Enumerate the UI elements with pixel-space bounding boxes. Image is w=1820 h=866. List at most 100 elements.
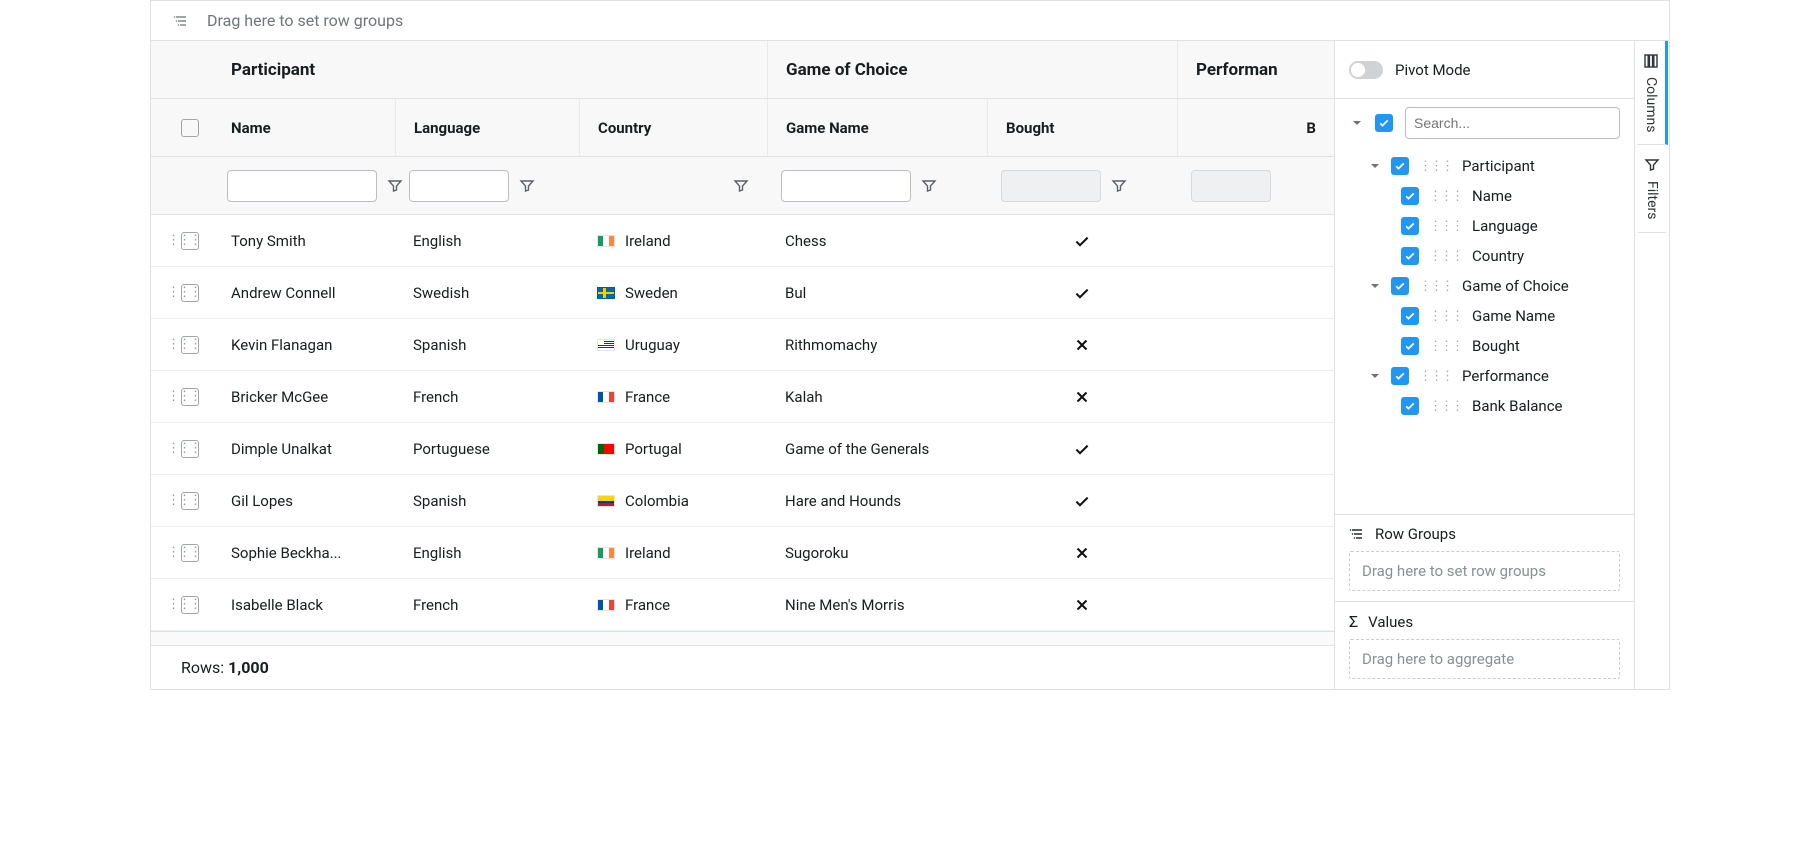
tree-leaf[interactable]: ⋮⋮⋮Language bbox=[1347, 211, 1622, 241]
chevron-down-icon[interactable] bbox=[1367, 158, 1381, 174]
drag-handle-icon[interactable]: ⋮⋮⋮ bbox=[1419, 369, 1452, 384]
tree-group[interactable]: ⋮⋮⋮Game of Choice bbox=[1347, 271, 1622, 301]
header-col-perf-extra[interactable]: B bbox=[1177, 99, 1334, 156]
cross-icon bbox=[1005, 596, 1159, 614]
flag-icon bbox=[597, 443, 615, 455]
cell-gamename: Rithmomachy bbox=[785, 336, 877, 354]
checkbox[interactable] bbox=[1391, 277, 1409, 295]
row-group-dropzone-bar[interactable]: Drag here to set row groups bbox=[151, 1, 1669, 41]
row-checkbox[interactable] bbox=[181, 284, 199, 302]
header-col-name[interactable]: Name bbox=[213, 99, 395, 156]
filter-input-gamename[interactable] bbox=[781, 170, 911, 202]
column-search-input[interactable] bbox=[1405, 107, 1620, 139]
cell-language: Spanish bbox=[413, 492, 466, 510]
cell-name: Kevin Flanagan bbox=[231, 336, 332, 354]
filter-input-bought bbox=[1001, 170, 1101, 202]
tree-leaf[interactable]: ⋮⋮⋮Name bbox=[1347, 181, 1622, 211]
table-row[interactable]: ⋮⋮⋮ Sophie Beckha... English Ireland Sug… bbox=[151, 527, 1334, 579]
cell-country: Ireland bbox=[597, 544, 671, 562]
cell-language: French bbox=[413, 596, 458, 614]
tree-group[interactable]: ⋮⋮⋮Participant bbox=[1347, 151, 1622, 181]
tree-group[interactable]: ⋮⋮⋮Performance bbox=[1347, 361, 1622, 391]
checkbox[interactable] bbox=[1401, 247, 1419, 265]
checkbox[interactable] bbox=[1401, 217, 1419, 235]
drag-handle-icon[interactable]: ⋮⋮⋮ bbox=[1419, 159, 1452, 174]
header-group-row: Participant Game of Choice Performan bbox=[151, 41, 1334, 99]
filter-input-language[interactable] bbox=[409, 170, 509, 202]
header-col-language[interactable]: Language bbox=[395, 99, 579, 156]
table-row[interactable]: ⋮⋮⋮ Dimple Unalkat Portuguese Portugal G… bbox=[151, 423, 1334, 475]
cell-name: Tony Smith bbox=[231, 232, 306, 250]
header-col-gamename[interactable]: Game Name bbox=[767, 99, 987, 156]
checkbox[interactable] bbox=[1401, 397, 1419, 415]
tree-leaf[interactable]: ⋮⋮⋮Bank Balance bbox=[1347, 391, 1622, 421]
filter-icon[interactable] bbox=[1111, 178, 1131, 194]
drag-handle-icon[interactable]: ⋮⋮⋮ bbox=[1429, 399, 1462, 414]
header-select-all[interactable] bbox=[181, 99, 213, 156]
chevron-down-icon[interactable] bbox=[1367, 278, 1381, 294]
header-group-game[interactable]: Game of Choice bbox=[767, 41, 1177, 98]
drag-handle-icon[interactable]: ⋮⋮⋮ bbox=[1429, 189, 1462, 204]
checkbox[interactable] bbox=[1401, 337, 1419, 355]
tree-collapse-all[interactable] bbox=[1349, 115, 1363, 131]
table-row[interactable]: ⋮⋮⋮ Bricker McGee French France Kalah bbox=[151, 371, 1334, 423]
drag-handle-icon[interactable]: ⋮⋮⋮ bbox=[1429, 249, 1462, 264]
filter-icon[interactable] bbox=[519, 178, 539, 194]
header-col-bought[interactable]: Bought bbox=[987, 99, 1177, 156]
row-group-icon bbox=[173, 13, 189, 29]
drag-handle-icon[interactable]: ⋮⋮⋮ bbox=[1419, 279, 1452, 294]
filter-input-name[interactable] bbox=[227, 170, 377, 202]
row-checkbox[interactable] bbox=[181, 232, 199, 250]
tree-leaf[interactable]: ⋮⋮⋮Bought bbox=[1347, 331, 1622, 361]
tree-leaf[interactable]: ⋮⋮⋮ Country bbox=[1347, 241, 1622, 271]
column-tree[interactable]: ⋮⋮⋮Participant⋮⋮⋮Name⋮⋮⋮Language⋮⋮⋮Count… bbox=[1335, 147, 1634, 514]
pivot-mode-toggle[interactable] bbox=[1349, 61, 1383, 79]
filter-icon[interactable] bbox=[733, 178, 753, 194]
checkbox[interactable] bbox=[1401, 187, 1419, 205]
table-row[interactable]: ⋮⋮⋮ Gil Lopes Spanish Colombia Hare and … bbox=[151, 475, 1334, 527]
tree-select-all-checkbox[interactable] bbox=[1375, 114, 1393, 132]
row-groups-dropzone[interactable]: Drag here to set row groups bbox=[1349, 551, 1620, 591]
horizontal-scrollbar[interactable] bbox=[151, 631, 1334, 645]
filter-icon[interactable] bbox=[921, 178, 941, 194]
drag-handle-icon[interactable]: ⋮⋮⋮ bbox=[1429, 309, 1462, 324]
row-checkbox[interactable] bbox=[181, 336, 199, 354]
drag-handle-icon[interactable]: ⋮⋮⋮ bbox=[1429, 339, 1462, 354]
row-checkbox[interactable] bbox=[181, 492, 199, 510]
flag-icon bbox=[597, 599, 615, 611]
table-row[interactable]: ⋮⋮⋮ Isabelle Black French France Nine Me… bbox=[151, 579, 1334, 631]
header-group-participant[interactable]: Participant bbox=[213, 41, 767, 98]
cell-gamename: Chess bbox=[785, 232, 826, 250]
row-checkbox[interactable] bbox=[181, 544, 199, 562]
check-icon bbox=[1005, 492, 1159, 510]
checkbox[interactable] bbox=[1391, 367, 1409, 385]
flag-icon bbox=[597, 495, 615, 507]
row-checkbox[interactable] bbox=[181, 388, 199, 406]
row-groups-section: Row Groups Drag here to set row groups bbox=[1335, 514, 1634, 601]
row-group-icon bbox=[1349, 526, 1365, 542]
checkbox[interactable] bbox=[1391, 157, 1409, 175]
values-dropzone[interactable]: Drag here to aggregate bbox=[1349, 639, 1620, 679]
cell-language: Spanish bbox=[413, 336, 466, 354]
table-row[interactable]: ⋮⋮⋮ Kevin Flanagan Spanish Uruguay Rithm… bbox=[151, 319, 1334, 371]
row-checkbox[interactable] bbox=[181, 596, 199, 614]
table-row[interactable]: ⋮⋮⋮ Tony Smith English Ireland Chess bbox=[151, 215, 1334, 267]
grid-body[interactable]: ⋮⋮⋮ Tony Smith English Ireland Chess ⋮⋮⋮… bbox=[151, 215, 1334, 631]
header-group-participant-label: Participant bbox=[231, 60, 315, 80]
table-row[interactable]: ⋮⋮⋮ Andrew Connell Swedish Sweden Bul bbox=[151, 267, 1334, 319]
header-col-country[interactable]: Country bbox=[579, 99, 767, 156]
chevron-down-icon[interactable] bbox=[1367, 368, 1381, 384]
columns-tool-panel: Pivot Mode ⋮⋮⋮Participant⋮⋮⋮Name⋮⋮⋮Langu… bbox=[1335, 41, 1635, 689]
drag-handle-icon[interactable]: ⋮⋮⋮ bbox=[1429, 219, 1462, 234]
row-checkbox[interactable] bbox=[181, 440, 199, 458]
cell-name: Andrew Connell bbox=[231, 284, 336, 302]
header-group-performance[interactable]: Performan bbox=[1177, 41, 1334, 98]
pivot-mode-row: Pivot Mode bbox=[1335, 41, 1634, 99]
sidebar-btn-columns[interactable]: Columns bbox=[1637, 41, 1668, 145]
sidebar-btn-filters[interactable]: Filters bbox=[1638, 145, 1666, 233]
tree-leaf[interactable]: ⋮⋮⋮Game Name bbox=[1347, 301, 1622, 331]
flag-icon bbox=[597, 287, 615, 299]
checkbox[interactable] bbox=[1401, 307, 1419, 325]
cell-language: Swedish bbox=[413, 284, 469, 302]
tree-leaf-label: Country bbox=[1472, 247, 1524, 265]
